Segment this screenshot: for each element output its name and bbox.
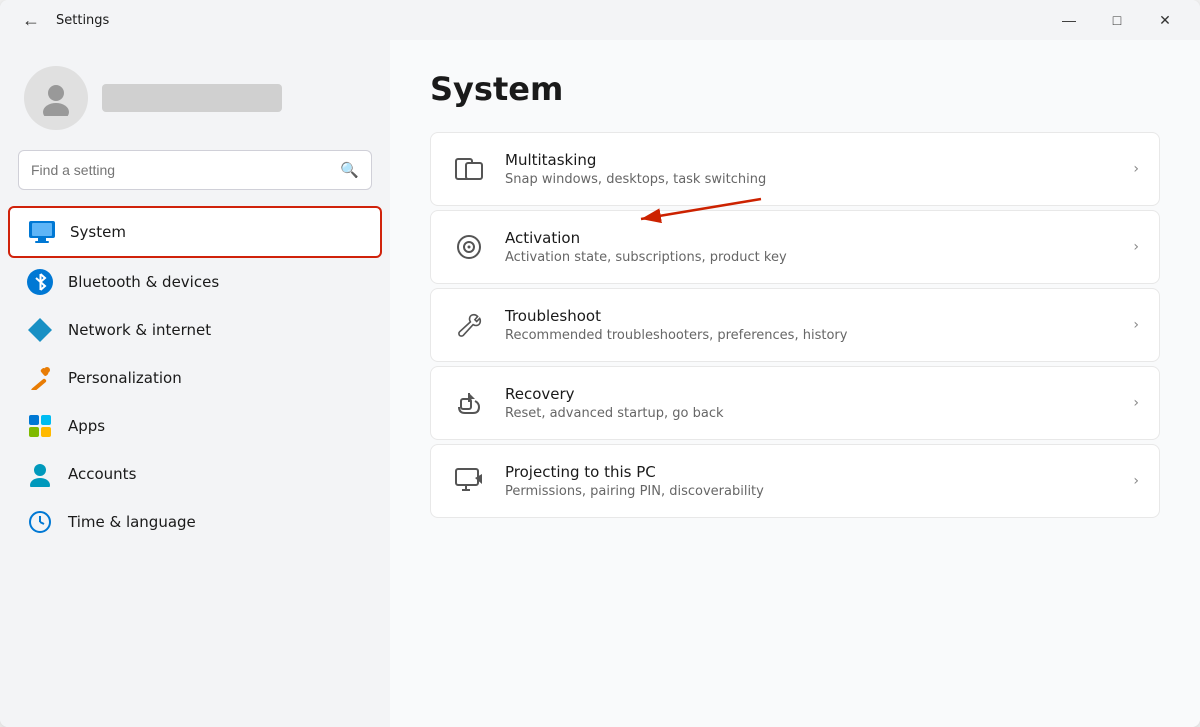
activation-text: Activation Activation state, subscriptio… bbox=[505, 229, 1115, 265]
setting-card-multitasking[interactable]: Multitasking Snap windows, desktops, tas… bbox=[430, 132, 1160, 206]
user-name-placeholder bbox=[102, 84, 282, 112]
sidebar-item-label-accounts: Accounts bbox=[68, 465, 136, 483]
nav-list: System Bluetooth & devices bbox=[0, 206, 390, 546]
chevron-right-icon: › bbox=[1133, 317, 1139, 333]
personalization-icon bbox=[26, 364, 54, 392]
activation-title: Activation bbox=[505, 229, 1115, 247]
page-title: System bbox=[430, 70, 1160, 108]
content-panel: System Multitasking Snap windows, deskto… bbox=[390, 40, 1200, 727]
maximize-button[interactable]: □ bbox=[1094, 4, 1140, 36]
settings-list: Multitasking Snap windows, desktops, tas… bbox=[430, 132, 1160, 518]
user-avatar-icon bbox=[38, 80, 74, 116]
search-input[interactable] bbox=[31, 162, 332, 178]
sidebar-item-system[interactable]: System bbox=[8, 206, 382, 258]
sidebar-item-label-time: Time & language bbox=[68, 513, 196, 531]
wrench-icon bbox=[451, 307, 487, 343]
system-icon bbox=[28, 218, 56, 246]
recovery-title: Recovery bbox=[505, 385, 1115, 403]
troubleshoot-desc: Recommended troubleshooters, preferences… bbox=[505, 328, 1115, 343]
sidebar-item-network[interactable]: Network & internet bbox=[8, 306, 382, 354]
settings-window: ← Settings — □ ✕ bbox=[0, 0, 1200, 727]
apps-icon bbox=[26, 412, 54, 440]
recovery-desc: Reset, advanced startup, go back bbox=[505, 406, 1115, 421]
time-icon bbox=[26, 508, 54, 536]
sidebar-item-bluetooth[interactable]: Bluetooth & devices bbox=[8, 258, 382, 306]
chevron-right-icon: › bbox=[1133, 161, 1139, 177]
setting-card-activation[interactable]: Activation Activation state, subscriptio… bbox=[430, 210, 1160, 284]
titlebar-controls: — □ ✕ bbox=[1046, 4, 1188, 36]
minimize-button[interactable]: — bbox=[1046, 4, 1092, 36]
titlebar: ← Settings — □ ✕ bbox=[0, 0, 1200, 40]
activation-desc: Activation state, subscriptions, product… bbox=[505, 250, 1115, 265]
search-icon: 🔍 bbox=[340, 161, 359, 179]
accounts-icon bbox=[26, 460, 54, 488]
sidebar-item-personalization[interactable]: Personalization bbox=[8, 354, 382, 402]
sidebar-item-apps[interactable]: Apps bbox=[8, 402, 382, 450]
bluetooth-icon bbox=[26, 268, 54, 296]
chevron-right-icon: › bbox=[1133, 395, 1139, 411]
multitasking-desc: Snap windows, desktops, task switching bbox=[505, 172, 1115, 187]
sidebar-item-label-personalization: Personalization bbox=[68, 369, 182, 387]
avatar bbox=[24, 66, 88, 130]
multitasking-text: Multitasking Snap windows, desktops, tas… bbox=[505, 151, 1115, 187]
recovery-icon bbox=[451, 385, 487, 421]
activation-icon bbox=[451, 229, 487, 265]
user-profile[interactable] bbox=[0, 50, 390, 150]
network-icon bbox=[26, 316, 54, 344]
search-container: 🔍 bbox=[0, 150, 390, 206]
projecting-icon bbox=[451, 463, 487, 499]
multitasking-title: Multitasking bbox=[505, 151, 1115, 169]
titlebar-left: ← Settings bbox=[16, 6, 109, 35]
sidebar-item-accounts[interactable]: Accounts bbox=[8, 450, 382, 498]
projecting-title: Projecting to this PC bbox=[505, 463, 1115, 481]
main-content: 🔍 System bbox=[0, 40, 1200, 727]
setting-card-recovery[interactable]: Recovery Reset, advanced startup, go bac… bbox=[430, 366, 1160, 440]
back-button[interactable]: ← bbox=[16, 6, 46, 35]
chevron-right-icon: › bbox=[1133, 239, 1139, 255]
projecting-text: Projecting to this PC Permissions, pairi… bbox=[505, 463, 1115, 499]
sidebar-item-label-network: Network & internet bbox=[68, 321, 211, 339]
multitasking-icon bbox=[451, 151, 487, 187]
search-box: 🔍 bbox=[18, 150, 372, 190]
close-button[interactable]: ✕ bbox=[1142, 4, 1188, 36]
sidebar: 🔍 System bbox=[0, 40, 390, 727]
troubleshoot-title: Troubleshoot bbox=[505, 307, 1115, 325]
projecting-desc: Permissions, pairing PIN, discoverabilit… bbox=[505, 484, 1115, 499]
sidebar-item-label-system: System bbox=[70, 223, 126, 241]
sidebar-item-label-bluetooth: Bluetooth & devices bbox=[68, 273, 219, 291]
recovery-text: Recovery Reset, advanced startup, go bac… bbox=[505, 385, 1115, 421]
setting-card-troubleshoot[interactable]: Troubleshoot Recommended troubleshooters… bbox=[430, 288, 1160, 362]
setting-card-projecting[interactable]: Projecting to this PC Permissions, pairi… bbox=[430, 444, 1160, 518]
chevron-right-icon: › bbox=[1133, 473, 1139, 489]
titlebar-title: Settings bbox=[56, 13, 109, 28]
troubleshoot-text: Troubleshoot Recommended troubleshooters… bbox=[505, 307, 1115, 343]
sidebar-item-label-apps: Apps bbox=[68, 417, 105, 435]
sidebar-item-time[interactable]: Time & language bbox=[8, 498, 382, 546]
